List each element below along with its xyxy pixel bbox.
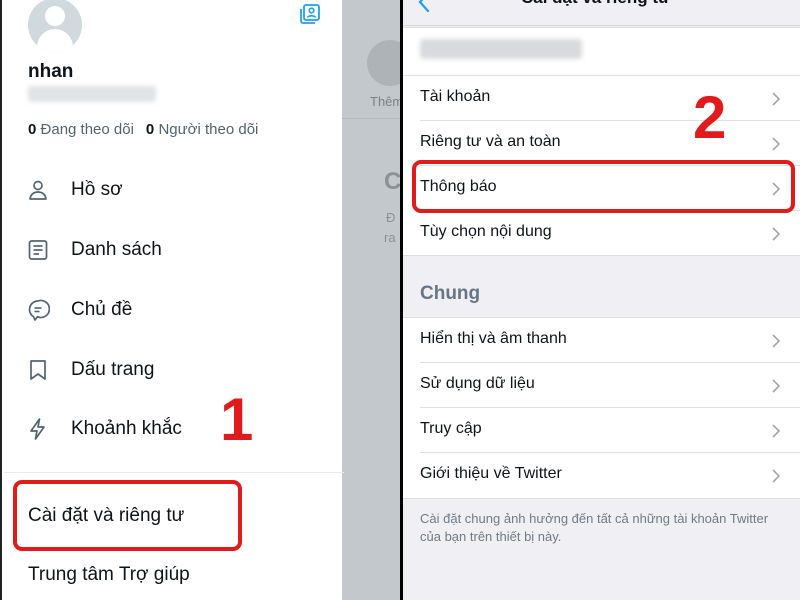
menu-item-help-center[interactable]: Trung tâm Trợ giúp <box>28 564 190 586</box>
settings-row-data-usage[interactable]: Sử dụng dữ liệu <box>403 363 800 408</box>
settings-row-accessibility[interactable]: Truy cập <box>403 408 800 453</box>
menu-item-label: Khoảnh khắc <box>71 418 182 439</box>
background-ra-letter: ra <box>384 230 396 245</box>
menu-item-label: Hồ sơ <box>71 179 123 200</box>
highlight-box-settings <box>13 480 242 551</box>
topics-icon <box>28 299 50 321</box>
chevron-right-icon <box>772 334 781 348</box>
bookmark-icon <box>30 360 46 380</box>
list-icon <box>28 240 48 260</box>
left-panel-side-menu: Thêm C Đ ra nhan 0 Đang theo dõi 0 Người … <box>0 0 400 600</box>
step-number-2: 2 <box>693 84 727 151</box>
lightning-icon <box>30 418 45 440</box>
side-drawer: nhan 0 Đang theo dõi 0 Người theo dõi Hồ … <box>0 0 344 600</box>
blurred-handle <box>28 86 156 102</box>
menu-item-profile[interactable]: Hồ sơ <box>26 175 123 205</box>
row-label: Tài khoản <box>420 88 491 105</box>
chevron-right-icon <box>772 424 781 438</box>
following-label: Đang theo dõi <box>40 121 134 138</box>
menu-divider <box>4 472 344 473</box>
chevron-right-icon <box>772 379 781 393</box>
blurred-account-handle <box>420 39 582 59</box>
back-chevron-icon[interactable] <box>417 0 431 12</box>
dimmed-timeline-background: Thêm C Đ ra <box>342 0 400 600</box>
menu-item-moments[interactable]: Khoảnh khắc <box>26 414 182 444</box>
settings-row-display-sound[interactable]: Hiển thị và âm thanh <box>403 318 800 363</box>
menu-item-topics[interactable]: Chủ đề <box>26 295 132 325</box>
followers-label: Người theo dõi <box>158 121 259 138</box>
nav-bar-border <box>403 25 800 26</box>
row-label: Tùy chọn nội dung <box>420 223 552 240</box>
general-settings-section: Hiển thị và âm thanh Sử dụng dữ liệu Tru… <box>403 317 800 499</box>
background-c-letter: C <box>384 168 400 195</box>
follow-stats: 0 Đang theo dõi 0 Người theo dõi <box>28 121 258 138</box>
general-settings-footnote: Cài đặt chung ảnh hưởng đến tất cả những… <box>420 511 769 544</box>
account-settings-section: Tài khoản Riêng tư và an toàn Thông báo … <box>403 27 800 256</box>
avatar[interactable] <box>28 0 82 52</box>
chevron-right-icon <box>772 92 781 106</box>
avatar-body <box>37 29 73 52</box>
following-count: 0 <box>28 121 37 138</box>
menu-item-label: Dấu trang <box>71 359 155 380</box>
settings-row-content-preferences[interactable]: Tùy chọn nội dung <box>403 211 800 256</box>
followers-stat[interactable]: 0 Người theo dõi <box>146 121 258 138</box>
menu-item-lists[interactable]: Danh sách <box>26 235 162 265</box>
row-label: Riêng tư và an toàn <box>420 133 561 150</box>
settings-row-account[interactable]: Tài khoản <box>403 76 800 121</box>
background-avatar <box>367 40 400 86</box>
background-them-label: Thêm <box>370 94 400 109</box>
page-title: Cài đặt và riêng tư <box>521 0 670 8</box>
background-d-letter: Đ <box>386 210 396 225</box>
right-panel-settings: Cài đặt và riêng tư Tài khoản Riêng tư v… <box>400 0 800 600</box>
row-label: Sử dụng dữ liệu <box>420 375 535 392</box>
person-icon <box>29 180 47 200</box>
followers-count: 0 <box>145 121 155 138</box>
background-divider <box>342 118 400 119</box>
highlight-box-notifications <box>412 160 795 213</box>
chevron-right-icon <box>772 137 781 151</box>
section-header-general: Chung <box>420 283 481 304</box>
switch-accounts-icon[interactable] <box>298 2 322 26</box>
step-number-1: 1 <box>220 386 254 453</box>
row-label: Giới thiệu về Twitter <box>420 465 562 482</box>
menu-item-label: Danh sách <box>71 239 162 260</box>
menu-item-label: Chủ đề <box>71 299 133 320</box>
chevron-right-icon <box>772 227 781 241</box>
avatar-head <box>45 6 65 26</box>
following-stat[interactable]: 0 Đang theo dõi <box>28 121 134 138</box>
menu-item-bookmarks[interactable]: Dấu trang <box>26 355 154 385</box>
chevron-right-icon <box>772 469 781 483</box>
settings-row-about-twitter[interactable]: Giới thiệu về Twitter <box>403 453 800 498</box>
row-label: Hiển thị và âm thanh <box>420 330 567 347</box>
profile-username: nhan <box>28 61 74 82</box>
row-label: Truy cập <box>420 420 482 437</box>
